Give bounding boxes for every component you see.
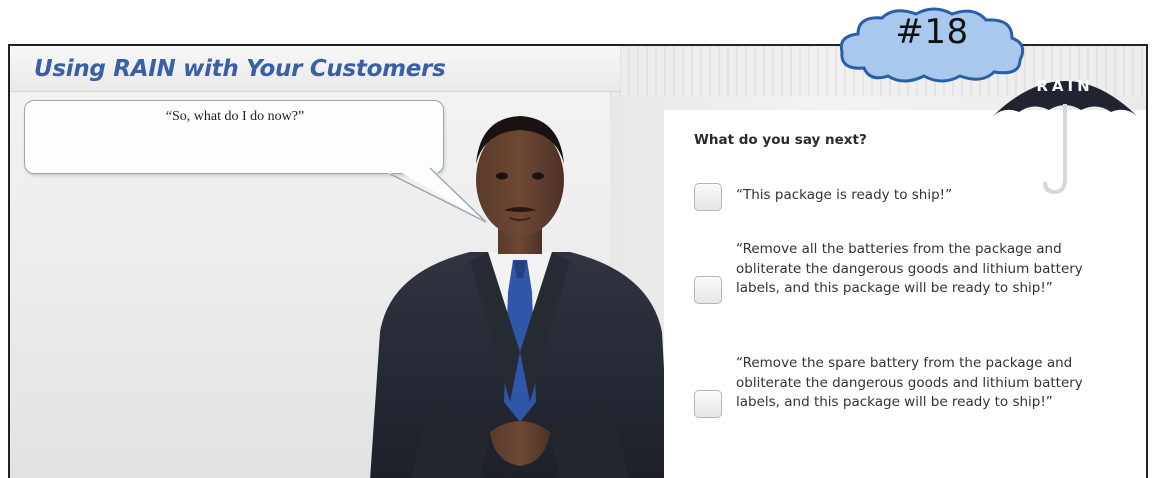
answer-option-3[interactable]: “Remove the spare battery from the packa… bbox=[694, 354, 1114, 444]
answer-checkbox-3[interactable] bbox=[694, 390, 722, 418]
question-text: What do you say next? bbox=[694, 132, 867, 148]
answer-option-2-label: “Remove all the batteries from the packa… bbox=[736, 241, 1083, 296]
rain-logo: RAIN bbox=[993, 77, 1137, 195]
answer-checkbox-2[interactable] bbox=[694, 276, 722, 304]
answer-checkbox-1[interactable] bbox=[694, 183, 722, 211]
answer-option-2[interactable]: “Remove all the batteries from the packa… bbox=[694, 240, 1114, 330]
slide-frame: Using RAIN with Your Customers “So, what… bbox=[8, 44, 1148, 478]
umbrella-icon bbox=[993, 81, 1137, 195]
page-title: Using RAIN with Your Customers bbox=[34, 56, 446, 82]
answer-option-3-label: “Remove the spare battery from the packa… bbox=[736, 355, 1083, 410]
title-bar: Using RAIN with Your Customers bbox=[10, 46, 620, 92]
logo-text: RAIN bbox=[1036, 77, 1093, 95]
annotation-label: #18 bbox=[895, 12, 969, 52]
presenter-image bbox=[370, 116, 670, 478]
